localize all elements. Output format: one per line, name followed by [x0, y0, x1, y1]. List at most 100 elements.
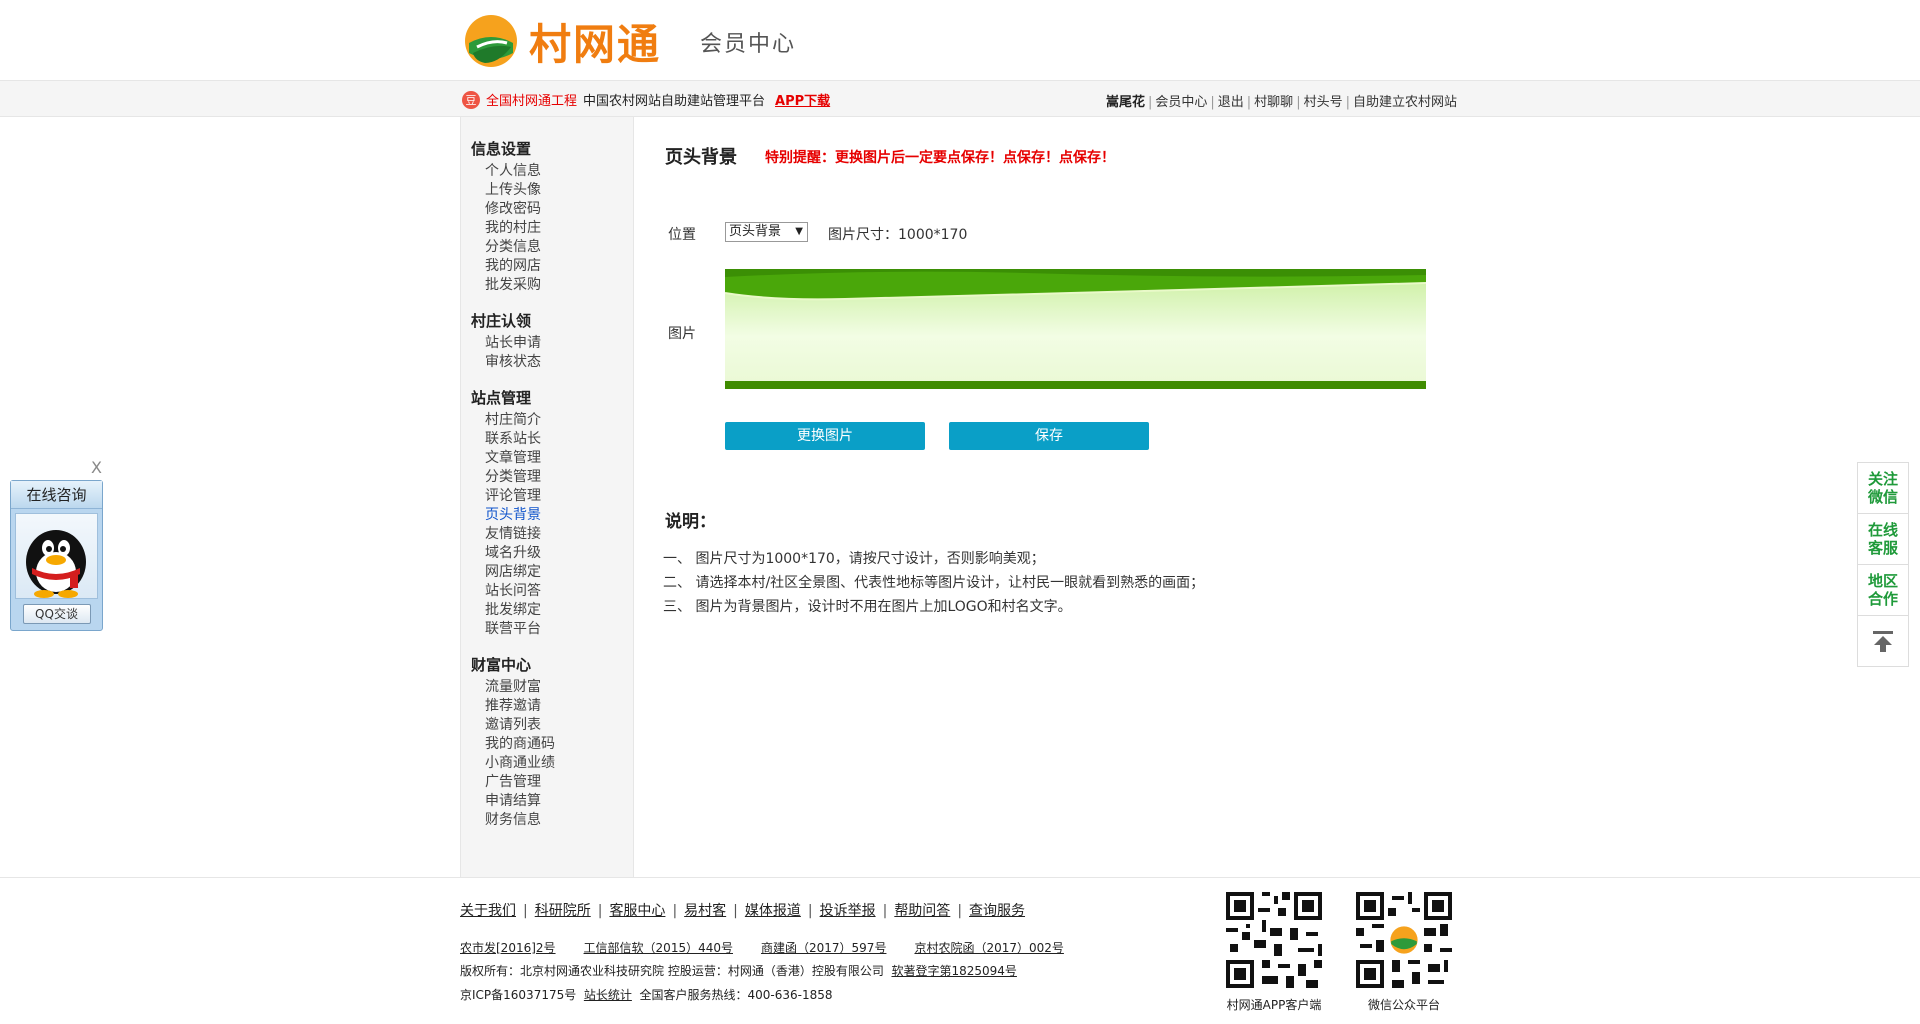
footer-link-help[interactable]: 帮助问答	[894, 903, 950, 919]
right-float-panel: 关注微信 在线客服 地区合作	[1857, 462, 1909, 667]
regional-cooperation-label: 地区合作	[1867, 572, 1898, 608]
change-image-button[interactable]: 更换图片	[725, 422, 925, 450]
sidebar-item-performance[interactable]: 小商通业绩	[471, 754, 633, 773]
follow-wechat-button[interactable]: 关注微信	[1858, 463, 1908, 514]
sidebar-item-wholesale-bind[interactable]: 批发绑定	[471, 601, 633, 620]
sidebar-group-wealth: 财富中心 流量财富 推荐邀请 邀请列表 我的商通码 小商通业绩 广告管理 申请结…	[471, 655, 633, 830]
sidebar-item-merchant-code[interactable]: 我的商通码	[471, 735, 633, 754]
image-size-text: 图片尺寸：1000*170	[828, 227, 968, 243]
footer-doc-link[interactable]: 农市发[2016]2号	[460, 939, 556, 956]
sidebar-item-articles[interactable]: 文章管理	[471, 449, 633, 468]
username-link[interactable]: 嵩尾花	[1106, 95, 1145, 110]
sidebar-item-traffic[interactable]: 流量财富	[471, 678, 633, 697]
sidebar-item-contact[interactable]: 联系站长	[471, 430, 633, 449]
topbar-left: 豆 全国村网通工程 中国农村网站自助建站管理平台 APP下载	[462, 90, 830, 109]
online-service-button[interactable]: 在线客服	[1858, 514, 1908, 565]
sidebar-item-my-village[interactable]: 我的村庄	[471, 219, 633, 238]
logo-text: 村网通	[529, 19, 662, 69]
image-label: 图片	[668, 326, 696, 342]
member-center-link[interactable]: 会员中心	[1155, 95, 1207, 110]
arrow-up-icon	[1873, 631, 1893, 652]
dropdown-arrow-icon: ▼	[795, 226, 803, 237]
footer-link-query[interactable]: 查询服务	[969, 903, 1025, 919]
footer-link-yicunke[interactable]: 易村客	[684, 903, 726, 919]
sidebar-item-invite[interactable]: 推荐邀请	[471, 697, 633, 716]
sidebar-group-title: 站点管理	[471, 389, 532, 407]
footer-documents: 农市发[2016]2号 工信部信软（2015）440号 商建函（2017）597…	[460, 939, 1092, 956]
chat-title: 在线咨询	[11, 481, 102, 509]
cunliaoliao-link[interactable]: 村聊聊	[1254, 95, 1293, 110]
note-item: 三、 图片为背景图片，设计时不用在图片上加LOGO和村名文字。	[663, 599, 1072, 615]
sidebar-item-password[interactable]: 修改密码	[471, 200, 633, 219]
stats-link[interactable]: 站长统计	[584, 988, 632, 1002]
footer-copyright: 版权所有：北京村网通农业科技研究院 控股运营：村网通（香港）控股有限公司 软著登…	[460, 962, 1017, 979]
sidebar-item-finance[interactable]: 财务信息	[471, 811, 633, 830]
footer-link-complaint[interactable]: 投诉举报	[820, 903, 876, 919]
sidebar-item-links[interactable]: 友情链接	[471, 525, 633, 544]
app-download-link[interactable]: APP下载	[775, 90, 830, 109]
sidebar-item-header-bg[interactable]: 页头背景	[471, 506, 633, 525]
sidebar-item-categories[interactable]: 分类管理	[471, 468, 633, 487]
software-copyright-link[interactable]: 软著登字第1825094号	[891, 964, 1016, 978]
hotline-text: 全国客户服务热线：400-636-1858	[639, 988, 833, 1002]
header-subtitle: 会员中心	[700, 32, 797, 57]
topbar-right: 嵩尾花 | 会员中心 | 退出 | 村聊聊 | 村头号 | 自助建立农村网站	[1105, 95, 1457, 110]
sidebar-item-wholesale[interactable]: 批发采购	[471, 276, 633, 295]
notes-title: 说明：	[665, 512, 716, 532]
position-select[interactable]: 页头背景 ▼	[725, 222, 808, 242]
footer-doc-link[interactable]: 工信部信软（2015）440号	[584, 939, 733, 956]
main-content: 页头背景 特别提醒：更换图片后一定要点保存！点保存！点保存！ 位置 页头背景 ▼…	[635, 117, 1455, 877]
position-select-value: 页头背景	[729, 224, 782, 239]
note-item: 二、 请选择本村/社区全景图、代表性地标等图片设计，让村民一眼就看到熟悉的画面；	[663, 575, 1205, 591]
qq-chat-button[interactable]: QQ交谈	[22, 604, 91, 624]
sidebar-item-profile[interactable]: 个人信息	[471, 162, 633, 181]
site-footer: 关于我们 | 科研院所 | 客服中心 | 易村客 | 媒体报道 | 投诉举报 | 帮助问答 | 查询服务 农…	[0, 877, 1920, 1024]
footer-link-about[interactable]: 关于我们	[460, 903, 516, 919]
save-warning: 特别提醒：更换图片后一定要点保存！点保存！点保存！	[765, 150, 1115, 166]
online-service-label: 在线客服	[1867, 521, 1898, 557]
follow-wechat-label: 关注微信	[1867, 470, 1898, 506]
regional-cooperation-button[interactable]: 地区合作	[1858, 565, 1908, 616]
sidebar-item-village-intro[interactable]: 村庄简介	[471, 411, 633, 430]
wechat-qr-code-icon	[1352, 888, 1456, 992]
back-to-top-button[interactable]	[1858, 616, 1908, 666]
sidebar-item-comments[interactable]: 评论管理	[471, 487, 633, 506]
sidebar-item-settlement[interactable]: 申请结算	[471, 792, 633, 811]
cuntouhao-link[interactable]: 村头号	[1304, 95, 1343, 110]
footer-doc-link[interactable]: 京村农院函（2017）002号	[914, 939, 1063, 956]
page-title: 页头背景	[665, 147, 737, 168]
copyright-text: 版权所有：北京村网通农业科技研究院 控股运营：村网通（香港）控股有限公司	[460, 964, 884, 978]
sidebar-group-site: 站点管理 村庄简介 联系站长 文章管理 分类管理 评论管理 页头背景 友情链接 …	[471, 388, 633, 639]
logout-link[interactable]: 退出	[1218, 95, 1244, 110]
footer-icp: 京ICP备16037175号 站长统计 全国客户服务热线：400-636-185…	[460, 986, 833, 1003]
site-logo[interactable]: 村网通	[463, 13, 661, 69]
sidebar-item-domain[interactable]: 域名升级	[471, 544, 633, 563]
sidebar-item-my-shop[interactable]: 我的网店	[471, 257, 633, 276]
site-header: 村网通 会员中心	[0, 0, 1920, 80]
footer-doc-link[interactable]: 商建函（2017）597号	[761, 939, 886, 956]
sidebar-item-ads[interactable]: 广告管理	[471, 773, 633, 792]
footer-link-service[interactable]: 客服中心	[609, 903, 665, 919]
sidebar-item-shop-bind[interactable]: 网店绑定	[471, 563, 633, 582]
sidebar-item-apply[interactable]: 站长申请	[471, 334, 633, 353]
app-qr-code-icon	[1222, 888, 1326, 992]
wechat-qr-label: 微信公众平台	[1367, 998, 1440, 1012]
project-link[interactable]: 全国村网通工程	[486, 90, 577, 109]
sidebar-item-classifieds[interactable]: 分类信息	[471, 238, 633, 257]
sidebar-item-alliance[interactable]: 联营平台	[471, 620, 633, 639]
project-badge-icon: 豆	[462, 90, 480, 109]
sidebar-group-title: 村庄认领	[471, 312, 532, 330]
chat-close-button[interactable]: X	[91, 458, 102, 477]
sidebar-item-review-status[interactable]: 审核状态	[471, 353, 633, 372]
sidebar-group-title: 财富中心	[471, 656, 532, 674]
sidebar-item-invite-list[interactable]: 邀请列表	[471, 716, 633, 735]
notes-list: 一、 图片尺寸为1000*170，请按尺寸设计，否则影响美观； 二、 请选择本村…	[663, 547, 1204, 619]
sidebar-group-info: 信息设置 个人信息 上传头像 修改密码 我的村庄 分类信息 我的网店 批发采购	[471, 139, 633, 295]
build-site-link[interactable]: 自助建立农村网站	[1353, 95, 1457, 110]
save-button[interactable]: 保存	[949, 422, 1149, 450]
footer-link-research[interactable]: 科研院所	[535, 903, 591, 919]
footer-link-media[interactable]: 媒体报道	[745, 903, 801, 919]
platform-text: 中国农村网站自助建站管理平台	[583, 94, 766, 109]
sidebar-item-avatar[interactable]: 上传头像	[471, 181, 633, 200]
sidebar-item-qa[interactable]: 站长问答	[471, 582, 633, 601]
